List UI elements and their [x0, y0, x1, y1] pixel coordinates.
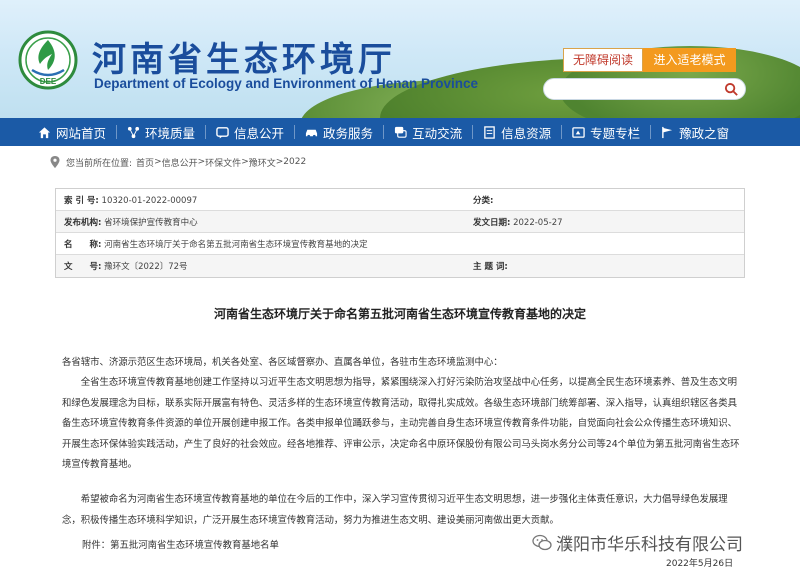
nav-item-label: 政务服务 — [323, 125, 374, 141]
metadata-row: 索 引 号: 10320-01-2022-00097 分类: — [56, 189, 744, 211]
issuer-value: 省环境保护宣传教育中心 — [104, 217, 198, 228]
nav-item-environment-quality[interactable]: 环境质量 — [117, 118, 205, 146]
index-value: 10320-01-2022-00097 — [101, 195, 198, 206]
nav-item-home[interactable]: 网站首页 — [0, 118, 116, 146]
message-icon — [216, 126, 229, 139]
wechat-watermark: 濮阳市华乐科技有限公司 — [532, 530, 743, 555]
body-paragraph: 全省生态环境宣传教育基地创建工作坚持以习近平生态文明思想为指导，紧紧围绕深入打好… — [62, 377, 740, 470]
nav-item-info-resources[interactable]: 信息资源 — [473, 118, 561, 146]
category-label: 分类: — [473, 195, 494, 206]
doc-number-label: 文 号: — [64, 262, 102, 272]
elder-mode-button[interactable]: 进入适老模式 — [643, 48, 736, 72]
topic-icon — [572, 126, 585, 138]
breadcrumb-link-year[interactable]: 2022 — [283, 157, 306, 167]
chat-icon — [394, 126, 407, 138]
salutation: 各省辖市、济源示范区生态环境局，机关各处室、各区域督察办、直属各单位，各驻市生态… — [62, 357, 503, 368]
breadcrumb: 您当前所在位置: 首页 > 信息公开 > 环保文件 > 豫环文 > 2022 — [50, 154, 306, 170]
metadata-row: 文 号: 豫环文〔2022〕72号 主 题 词: — [56, 255, 744, 277]
site-title: 河南省生态环境厅 — [92, 40, 396, 80]
nav-item-label: 豫政之窗 — [679, 125, 730, 141]
svg-text:DEE: DEE — [40, 77, 57, 86]
metadata-row: 名 称: 河南省生态环境厅关于命名第五批河南省生态环境宣传教育基地的决定 — [56, 233, 744, 255]
breadcrumb-link-home[interactable]: 首页 — [136, 156, 154, 169]
wechat-icon — [532, 534, 552, 550]
location-pin-icon — [50, 156, 60, 168]
nav-item-label: 互动交流 — [412, 125, 463, 141]
document-date: 2022年5月26日 — [666, 559, 734, 569]
breadcrumb-link-yuhuanwen[interactable]: 豫环文 — [249, 156, 276, 169]
nav-item-label: 网站首页 — [56, 125, 107, 141]
site-header: DEE 河南省生态环境厅 Department of Ecology and E… — [0, 0, 800, 118]
dee-logo[interactable]: DEE — [18, 30, 78, 90]
issue-date-value: 2022-05-27 — [513, 217, 563, 228]
issuer-label: 发布机构: — [64, 217, 102, 228]
nav-item-interaction[interactable]: 互动交流 — [384, 118, 472, 146]
breadcrumb-separator: > — [275, 157, 284, 167]
accessibility-reading-button[interactable]: 无障碍阅读 — [563, 48, 643, 72]
search-input[interactable] — [554, 80, 724, 101]
name-label: 名 称: — [64, 239, 102, 250]
nav-item-government-services[interactable]: 政务服务 — [295, 118, 383, 146]
flag-icon — [662, 126, 673, 138]
issue-date-label: 发文日期: — [473, 217, 511, 228]
nav-item-label: 专题专栏 — [590, 125, 641, 141]
doc-number-value: 豫环文〔2022〕72号 — [104, 262, 188, 272]
home-icon — [38, 126, 51, 138]
nav-item-label: 环境质量 — [145, 125, 196, 141]
site-title-english: Department of Ecology and Environment of… — [94, 76, 479, 91]
body-paragraph: 希望被命名为河南省生态环境宣传教育基地的单位在今后的工作中，深入学习宣传贯彻习近… — [62, 494, 728, 526]
document-metadata-table: 索 引 号: 10320-01-2022-00097 分类: 发布机构: 省环境… — [55, 188, 745, 278]
name-value: 河南省生态环境厅关于命名第五批河南省生态环境宣传教育基地的决定 — [104, 239, 368, 250]
nav-item-special-topics[interactable]: 专题专栏 — [562, 118, 650, 146]
nav-item-label: 信息公开 — [234, 125, 285, 141]
document-title: 河南省生态环境厅关于命名第五批河南省生态环境宣传教育基地的决定 — [213, 307, 586, 321]
nav-item-info-disclosure[interactable]: 信息公开 — [206, 118, 294, 146]
nav-item-henan-window[interactable]: 豫政之窗 — [651, 118, 739, 146]
subject-label: 主 题 词: — [473, 262, 508, 272]
breadcrumb-separator: > — [241, 157, 249, 167]
index-label: 索 引 号: — [64, 195, 99, 206]
car-icon — [305, 129, 318, 138]
main-navigation: 网站首页 环境质量 信息公开 政务服务 互动交流 信息资源 专题专栏 豫政之窗 — [0, 118, 800, 146]
breadcrumb-prefix: 您当前所在位置: — [66, 158, 133, 169]
breadcrumb-link-files[interactable]: 环保文件 — [205, 156, 241, 169]
network-icon — [127, 126, 140, 138]
breadcrumb-separator: > — [197, 157, 206, 167]
search-icon[interactable] — [724, 82, 739, 97]
breadcrumb-link-info[interactable]: 信息公开 — [162, 156, 198, 169]
document-icon — [484, 125, 495, 139]
watermark-text: 濮阳市华乐科技有限公司 — [556, 535, 743, 555]
attachment-link[interactable]: 附件：第五批河南省生态环境宣传教育基地名单 — [82, 536, 382, 557]
search-box — [543, 78, 746, 101]
nav-item-label: 信息资源 — [501, 125, 552, 141]
breadcrumb-separator: > — [154, 157, 162, 167]
metadata-row: 发布机构: 省环境保护宣传教育中心 发文日期: 2022-05-27 — [56, 211, 744, 233]
